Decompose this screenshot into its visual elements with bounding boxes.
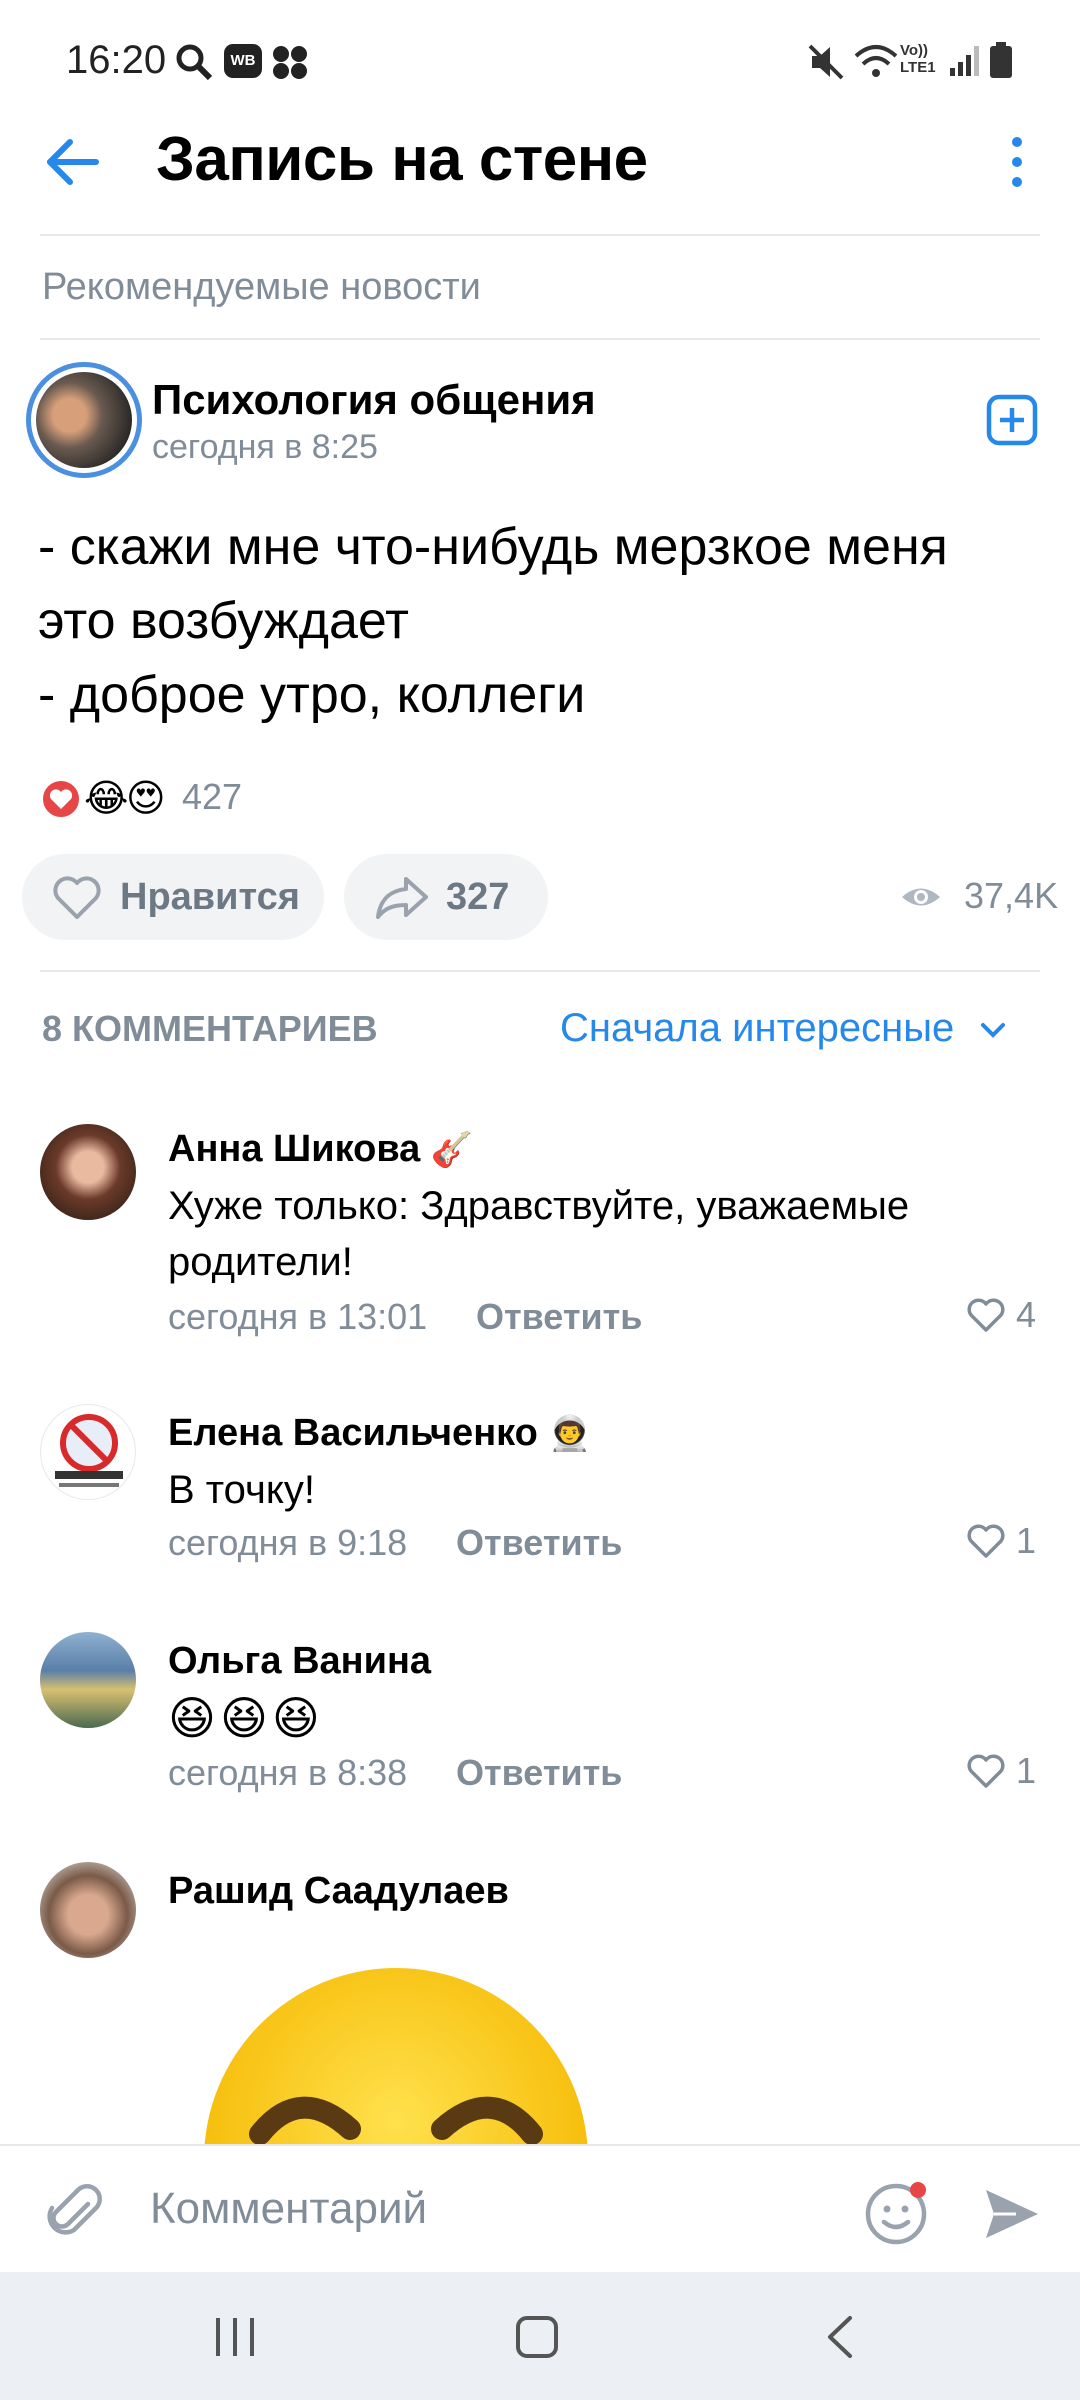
emoji-smile-icon[interactable] (864, 2176, 936, 2248)
avatar[interactable] (40, 1632, 136, 1728)
heart-outline-icon (53, 876, 101, 919)
heart-outline-icon (967, 1524, 1005, 1558)
share-button[interactable]: 327 (344, 854, 548, 940)
group-name[interactable]: Психология общения (152, 376, 596, 424)
share-count: 327 (446, 875, 510, 918)
comment-like-count: 1 (1016, 1750, 1037, 1791)
views-count: 37,4K (964, 875, 1059, 916)
back-nav-icon[interactable] (822, 2314, 858, 2360)
share-arrow-icon (376, 877, 428, 919)
comment-time: сегодня в 8:38 (168, 1752, 408, 1793)
signal-icon (950, 46, 979, 76)
chevron-down-icon (981, 1023, 1006, 1039)
sticker-area (0, 1940, 1080, 2144)
views-eye-icon (902, 888, 940, 906)
post-time: сегодня в 8:25 (152, 428, 378, 466)
recent-apps-icon[interactable] (212, 2314, 258, 2360)
comment-author-name: Анна Шикова (168, 1128, 421, 1170)
heart-eyes-reaction-icon: 😍 (126, 778, 166, 820)
subscribe-plus-icon[interactable] (986, 394, 1038, 446)
comment-author[interactable]: Елена Васильченко 👨‍🚀 (168, 1412, 591, 1455)
comments-count: 8 КОММЕНТАРИЕВ (42, 1008, 378, 1049)
status-time: 16:20 (66, 38, 167, 82)
like-button[interactable]: Нравится (22, 854, 324, 940)
network-label: Vo)) LTE1 (900, 42, 936, 76)
reply-button[interactable]: Ответить (476, 1296, 642, 1338)
back-arrow-icon[interactable] (44, 134, 100, 190)
comment-author[interactable]: Анна Шикова 🎸 (168, 1128, 473, 1171)
comment-time: сегодня в 13:01 (168, 1296, 428, 1337)
heart-reaction-icon (40, 778, 82, 820)
comment-input[interactable]: Комментарий (150, 2184, 427, 2234)
reply-button[interactable]: Ответить (456, 1752, 622, 1794)
group-avatar-image (36, 372, 132, 468)
laughing-sticker-icon (204, 1968, 588, 2144)
send-arrow-icon[interactable] (982, 2184, 1042, 2244)
page-title: Запись на стене (156, 125, 648, 194)
comment-like-count: 4 (1016, 1294, 1037, 1335)
mute-icon (808, 44, 844, 80)
wb-app-icon: WB (224, 44, 262, 78)
post-text: - скажи мне что-нибудь мерзкое меня это … (38, 518, 948, 724)
group-avatar[interactable] (26, 362, 142, 478)
battery-icon (990, 42, 1012, 78)
comment-author-name: Елена Васильченко (168, 1412, 538, 1454)
app-dots-icon (273, 46, 307, 79)
comment-author-name[interactable]: Ольга Ванина (168, 1640, 431, 1683)
comment-text: Хуже только: Здравствуйте, уважаемые род… (168, 1184, 910, 1284)
sort-dropdown[interactable]: Сначала интересные (560, 1006, 1007, 1051)
reply-button[interactable]: Ответить (456, 1522, 622, 1564)
divider (40, 970, 1040, 972)
divider (40, 338, 1040, 340)
search-icon (176, 44, 213, 81)
reactions-count: 427 (182, 776, 243, 817)
sort-label: Сначала интересные (560, 1006, 955, 1050)
section-label: Рекомендуемые новости (42, 266, 481, 308)
divider (40, 234, 1040, 236)
no-sign-icon (55, 1414, 123, 1487)
avatar[interactable] (40, 1404, 136, 1500)
like-label: Нравится (120, 875, 300, 918)
comment-time: сегодня в 9:18 (168, 1522, 408, 1563)
reactions-summary[interactable]: 😂 😍 (40, 776, 180, 822)
wifi-icon (854, 45, 898, 77)
comment-author-name[interactable]: Рашид Саадулаев (168, 1870, 509, 1913)
avatar[interactable] (40, 1124, 136, 1220)
status-bar: 16:20 WB Vo)) LTE1 (0, 0, 1080, 120)
comment-like-button[interactable]: 4 (966, 1294, 1036, 1336)
comment-text: В точку! (168, 1468, 315, 1512)
attach-paperclip-icon[interactable] (44, 2182, 104, 2242)
laugh-reaction-icon: 😂 (84, 778, 129, 820)
comment-text: 😆😆😆 (168, 1692, 324, 1744)
heart-outline-icon (967, 1298, 1005, 1332)
comment-like-button[interactable]: 1 (966, 1750, 1036, 1792)
more-menu-icon[interactable] (1004, 134, 1030, 190)
home-icon[interactable] (514, 2314, 560, 2360)
mask-emoji-icon: 👨‍🚀 (548, 1415, 591, 1453)
guitar-emoji-icon: 🎸 (430, 1131, 474, 1169)
heart-outline-icon (967, 1754, 1005, 1788)
comment-like-count: 1 (1016, 1520, 1037, 1561)
comment-like-button[interactable]: 1 (966, 1520, 1036, 1562)
